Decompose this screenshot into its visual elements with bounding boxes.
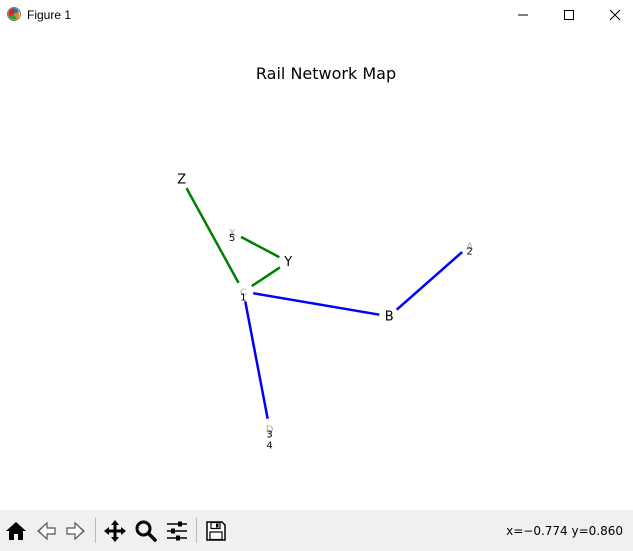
edge-C-Y bbox=[251, 266, 281, 288]
node-label-Y: Y bbox=[283, 255, 292, 270]
navigation-toolbar: x=−0.774 y=0.860 bbox=[0, 510, 633, 551]
node-label-B: B bbox=[385, 309, 394, 324]
toolbar-separator bbox=[95, 518, 96, 543]
forward-arrow-icon bbox=[65, 521, 85, 540]
window-titlebar: Figure 1 bbox=[0, 0, 633, 30]
node-label-Z: Z bbox=[177, 172, 186, 187]
close-button[interactable] bbox=[592, 0, 633, 30]
matplotlib-logo-icon bbox=[7, 7, 21, 21]
figure-title: Rail Network Map bbox=[256, 64, 396, 83]
figure-canvas[interactable]: Rail Network Map ZX5YA2C1BD34 bbox=[0, 30, 633, 510]
edge-B-A bbox=[395, 251, 463, 311]
home-button[interactable] bbox=[1, 516, 30, 545]
node-badge-C: 1 bbox=[240, 293, 246, 304]
edge-X-Y bbox=[240, 235, 280, 259]
floppy-icon bbox=[205, 520, 226, 541]
maximize-button[interactable] bbox=[546, 0, 592, 30]
sliders-icon bbox=[166, 521, 187, 540]
cursor-coordinates: x=−0.774 y=0.860 bbox=[506, 524, 623, 538]
nodes-layer: ZX5YA2C1BD34 bbox=[177, 172, 473, 451]
minimize-button[interactable] bbox=[500, 0, 546, 30]
magnifier-icon bbox=[135, 520, 157, 542]
zoom-button[interactable] bbox=[131, 516, 160, 545]
edge-C-D bbox=[244, 301, 269, 419]
move-icon bbox=[103, 519, 126, 542]
forward-button[interactable] bbox=[61, 516, 90, 545]
network-plot: Rail Network Map ZX5YA2C1BD34 bbox=[177, 64, 473, 452]
home-icon bbox=[5, 521, 26, 540]
window-title: Figure 1 bbox=[27, 8, 72, 22]
toolbar-separator bbox=[196, 518, 197, 543]
minimize-icon bbox=[518, 14, 528, 16]
node-badge-X: 5 bbox=[229, 233, 235, 244]
node-badge-secondary-D: 4 bbox=[266, 441, 272, 452]
edge-C-B bbox=[253, 292, 380, 316]
pan-button[interactable] bbox=[100, 516, 129, 545]
back-button[interactable] bbox=[31, 516, 60, 545]
node-badge-A: 2 bbox=[466, 246, 472, 257]
save-button[interactable] bbox=[201, 516, 230, 545]
edges-layer bbox=[185, 187, 463, 419]
configure-button[interactable] bbox=[162, 516, 191, 545]
close-icon bbox=[609, 9, 621, 21]
node-badge-D: 3 bbox=[266, 430, 272, 441]
maximize-icon bbox=[564, 10, 574, 20]
back-arrow-icon bbox=[36, 521, 56, 540]
